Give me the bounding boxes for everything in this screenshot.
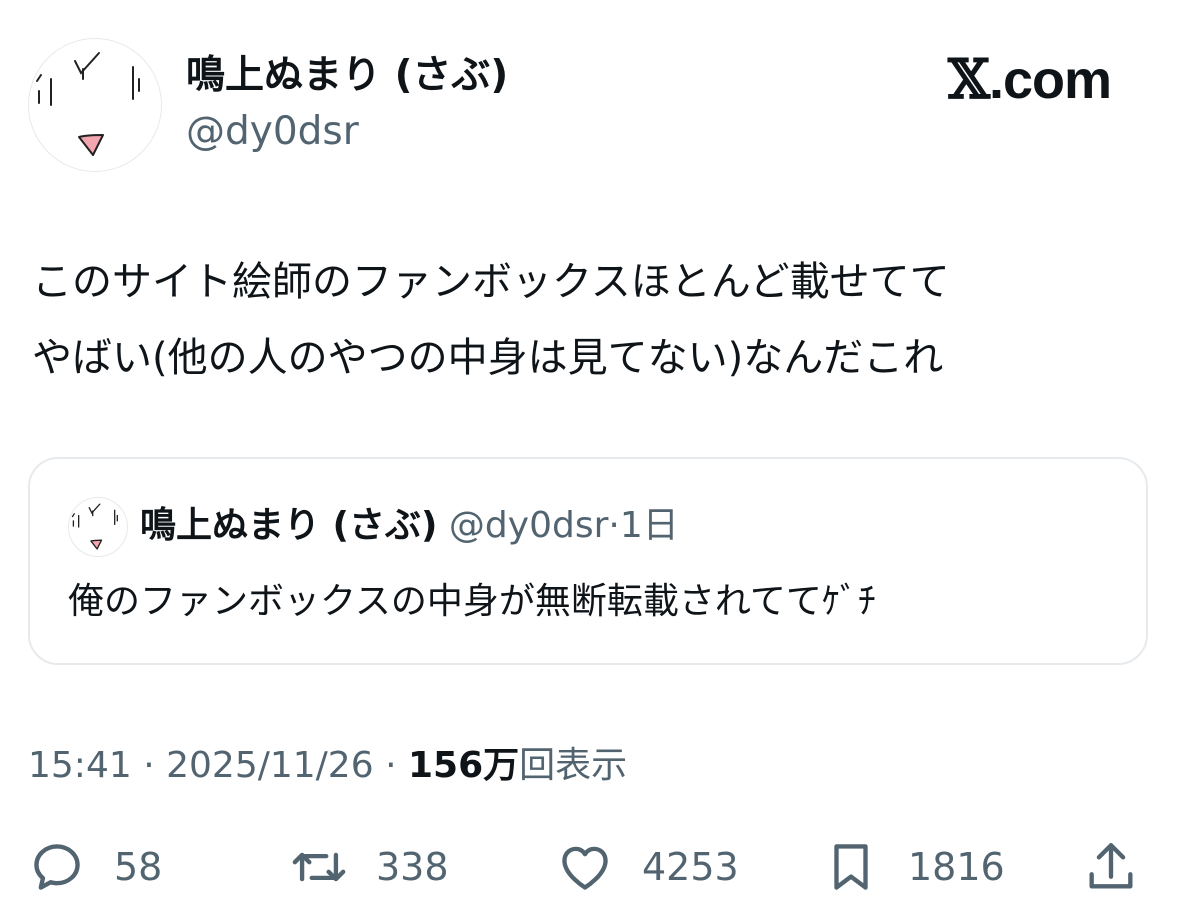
avatar-face-icon bbox=[71, 503, 118, 550]
retweet-count: 338 bbox=[376, 845, 449, 889]
reply-icon bbox=[34, 844, 80, 890]
reply-count: 58 bbox=[114, 845, 163, 889]
avatar-face-icon bbox=[36, 52, 140, 156]
heart-icon bbox=[562, 846, 608, 890]
x-logo-icon: 𝕏 bbox=[948, 47, 990, 111]
tweet-text-line: このサイト絵師のファンボックスほとんど載せてて bbox=[32, 259, 950, 305]
bookmark-button[interactable]: 1816 bbox=[822, 832, 1005, 902]
x-com-logo: 𝕏.com bbox=[948, 46, 1112, 113]
tweet-time[interactable]: 15:41 bbox=[28, 745, 132, 786]
share-button[interactable] bbox=[1082, 832, 1140, 902]
quoted-tweet-text: 俺のファンボックスの中身が無断転載されててｹﾞﾁ bbox=[68, 581, 876, 622]
separator-dot: · bbox=[608, 505, 620, 546]
like-count: 4253 bbox=[642, 845, 739, 889]
brand-suffix: .com bbox=[988, 50, 1112, 110]
action-bar: 58 338 4253 1816 bbox=[0, 832, 1179, 902]
author-handle[interactable]: @dy0dsr bbox=[186, 106, 359, 158]
separator-dot: · bbox=[143, 745, 155, 786]
author-avatar[interactable] bbox=[28, 38, 162, 172]
quoted-tweet-header: 鳴上ぬまり (さぶ) @dy0dsr·1日 bbox=[140, 499, 679, 553]
tweet-text-line: やばい(他の人のやつの中身は見てない)なんだこれ bbox=[32, 335, 944, 381]
retweet-icon bbox=[292, 852, 346, 882]
share-icon bbox=[1089, 843, 1133, 889]
tweet-text: このサイト絵師のファンボックスほとんど載せてて やばい(他の人のやつの中身は見て… bbox=[32, 244, 1152, 396]
tweet-date[interactable]: 2025/11/26 bbox=[166, 745, 374, 786]
tweet-meta: 15:41 · 2025/11/26 · 156万回表示 bbox=[28, 740, 627, 792]
retweet-button[interactable]: 338 bbox=[290, 832, 449, 902]
view-count-label: 回表示 bbox=[519, 745, 628, 786]
author-display-name[interactable]: 鳴上ぬまり (さぶ) bbox=[186, 48, 508, 104]
separator-dot: · bbox=[385, 745, 397, 786]
like-button[interactable]: 4253 bbox=[556, 832, 739, 902]
quoted-author-name: 鳴上ぬまり (さぶ) bbox=[140, 505, 438, 546]
quoted-tweet-card[interactable]: 鳴上ぬまり (さぶ) @dy0dsr·1日 俺のファンボックスの中身が無断転載さ… bbox=[28, 457, 1148, 665]
quoted-tweet-time: 1日 bbox=[619, 505, 679, 546]
bookmark-icon bbox=[834, 844, 868, 890]
reply-button[interactable]: 58 bbox=[28, 832, 162, 902]
bookmark-count: 1816 bbox=[908, 845, 1005, 889]
quoted-author-avatar bbox=[68, 497, 128, 557]
view-count: 156万 bbox=[407, 745, 520, 786]
quoted-author-handle: @dy0dsr bbox=[448, 505, 609, 546]
